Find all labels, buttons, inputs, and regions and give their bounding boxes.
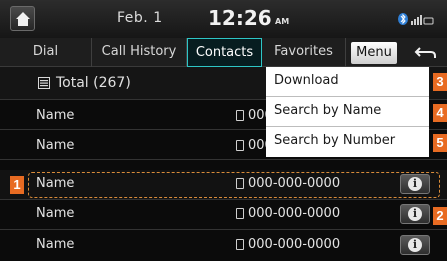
ampm-label: AM <box>275 17 290 26</box>
phone-contacts-screen: Feb. 1 12:26 AM Dial Call History Contac… <box>0 0 447 261</box>
phone-icon <box>236 239 244 250</box>
menu-button[interactable]: Menu <box>351 42 397 64</box>
info-button[interactable]: i <box>400 204 430 224</box>
contact-number: 000-000-0000 <box>248 237 341 252</box>
phone-icon <box>236 110 244 121</box>
bluetooth-icon <box>398 13 408 25</box>
clock: 12:26 <box>208 6 272 30</box>
contact-name: Name <box>36 237 75 252</box>
callout-badge-4: 4 <box>433 104 447 122</box>
contact-name: Name <box>36 138 75 153</box>
contact-row[interactable]: Name 000-000-0000 i <box>0 230 447 260</box>
tab-favorites[interactable]: Favorites <box>262 38 346 67</box>
callout-badge-3: 3 <box>433 73 447 91</box>
info-button[interactable]: i <box>400 235 430 255</box>
menu-item-download[interactable]: Download <box>266 67 429 97</box>
callout-badge-1: 1 <box>10 176 24 194</box>
date-label: Feb. 1 <box>117 10 163 26</box>
tab-dial[interactable]: Dial <box>0 38 92 67</box>
contact-name: Name <box>36 206 75 221</box>
contact-row[interactable]: Name 000-000-0000 i <box>0 200 447 230</box>
status-icons <box>398 13 434 25</box>
total-count: Total (267) <box>56 75 131 91</box>
selected-row-highlight <box>28 172 440 198</box>
contact-number: 000-000-0000 <box>248 206 341 221</box>
menu-dropdown: Download Search by Name Search by Number <box>266 67 429 157</box>
contact-name: Name <box>36 108 75 123</box>
home-button[interactable] <box>10 6 35 31</box>
signal-icon <box>411 15 434 25</box>
tab-call-history[interactable]: Call History <box>92 38 187 67</box>
list-icon <box>38 77 50 89</box>
menu-item-search-by-number[interactable]: Search by Number <box>266 127 429 157</box>
phone-icon <box>236 140 244 151</box>
status-bar: Feb. 1 12:26 AM <box>0 0 447 38</box>
back-arrow-icon[interactable] <box>409 42 441 64</box>
info-icon: i <box>408 207 422 221</box>
home-icon <box>16 12 30 26</box>
menu-item-search-by-name[interactable]: Search by Name <box>266 97 429 127</box>
callout-badge-2: 2 <box>433 207 447 225</box>
info-icon: i <box>408 238 422 252</box>
phone-icon <box>236 208 244 219</box>
callout-badge-5: 5 <box>433 134 447 152</box>
tab-contacts[interactable]: Contacts <box>187 38 262 67</box>
